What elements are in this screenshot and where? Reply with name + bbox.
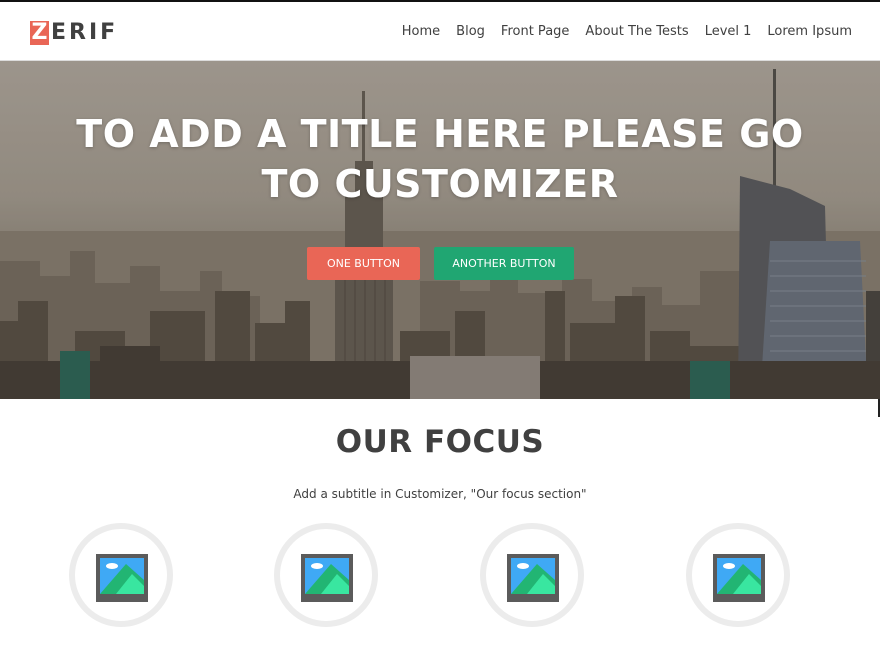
image-placeholder-icon	[507, 554, 559, 602]
focus-section-subtitle: Add a subtitle in Customizer, "Our focus…	[293, 487, 587, 501]
focus-item-3[interactable]	[480, 523, 584, 627]
main-nav: Home Blog Front Page About The Tests Lev…	[402, 24, 852, 39]
nav-about-the-tests[interactable]: About The Tests	[585, 24, 688, 39]
hero-title: TO ADD A TITLE HERE PLEASE GO TO CUSTOMI…	[76, 112, 804, 206]
focus-item-2[interactable]	[274, 523, 378, 627]
one-button[interactable]: ONE BUTTON	[307, 247, 420, 280]
focus-item-4[interactable]	[686, 523, 790, 627]
nav-lorem-ipsum[interactable]: Lorem Ipsum	[767, 24, 852, 39]
focus-section-title: OUR FOCUS	[335, 424, 545, 460]
nav-front-page[interactable]: Front Page	[501, 24, 570, 39]
another-button[interactable]: ANOTHER BUTTON	[434, 247, 574, 280]
nav-level-1[interactable]: Level 1	[705, 24, 752, 39]
image-placeholder-icon	[301, 554, 353, 602]
site-header: Z ERIF Home Blog Front Page About The Te…	[0, 2, 880, 61]
hero-section: TO ADD A TITLE HERE PLEASE GO TO CUSTOMI…	[0, 61, 880, 399]
image-placeholder-icon	[713, 554, 765, 602]
site-logo[interactable]: Z ERIF	[30, 21, 118, 45]
image-placeholder-icon	[96, 554, 148, 602]
nav-blog[interactable]: Blog	[456, 24, 485, 39]
focus-item-1[interactable]	[69, 523, 173, 627]
nav-home[interactable]: Home	[402, 24, 440, 39]
logo-letter: Z	[30, 20, 49, 45]
logo-text: ERIF	[51, 20, 119, 45]
